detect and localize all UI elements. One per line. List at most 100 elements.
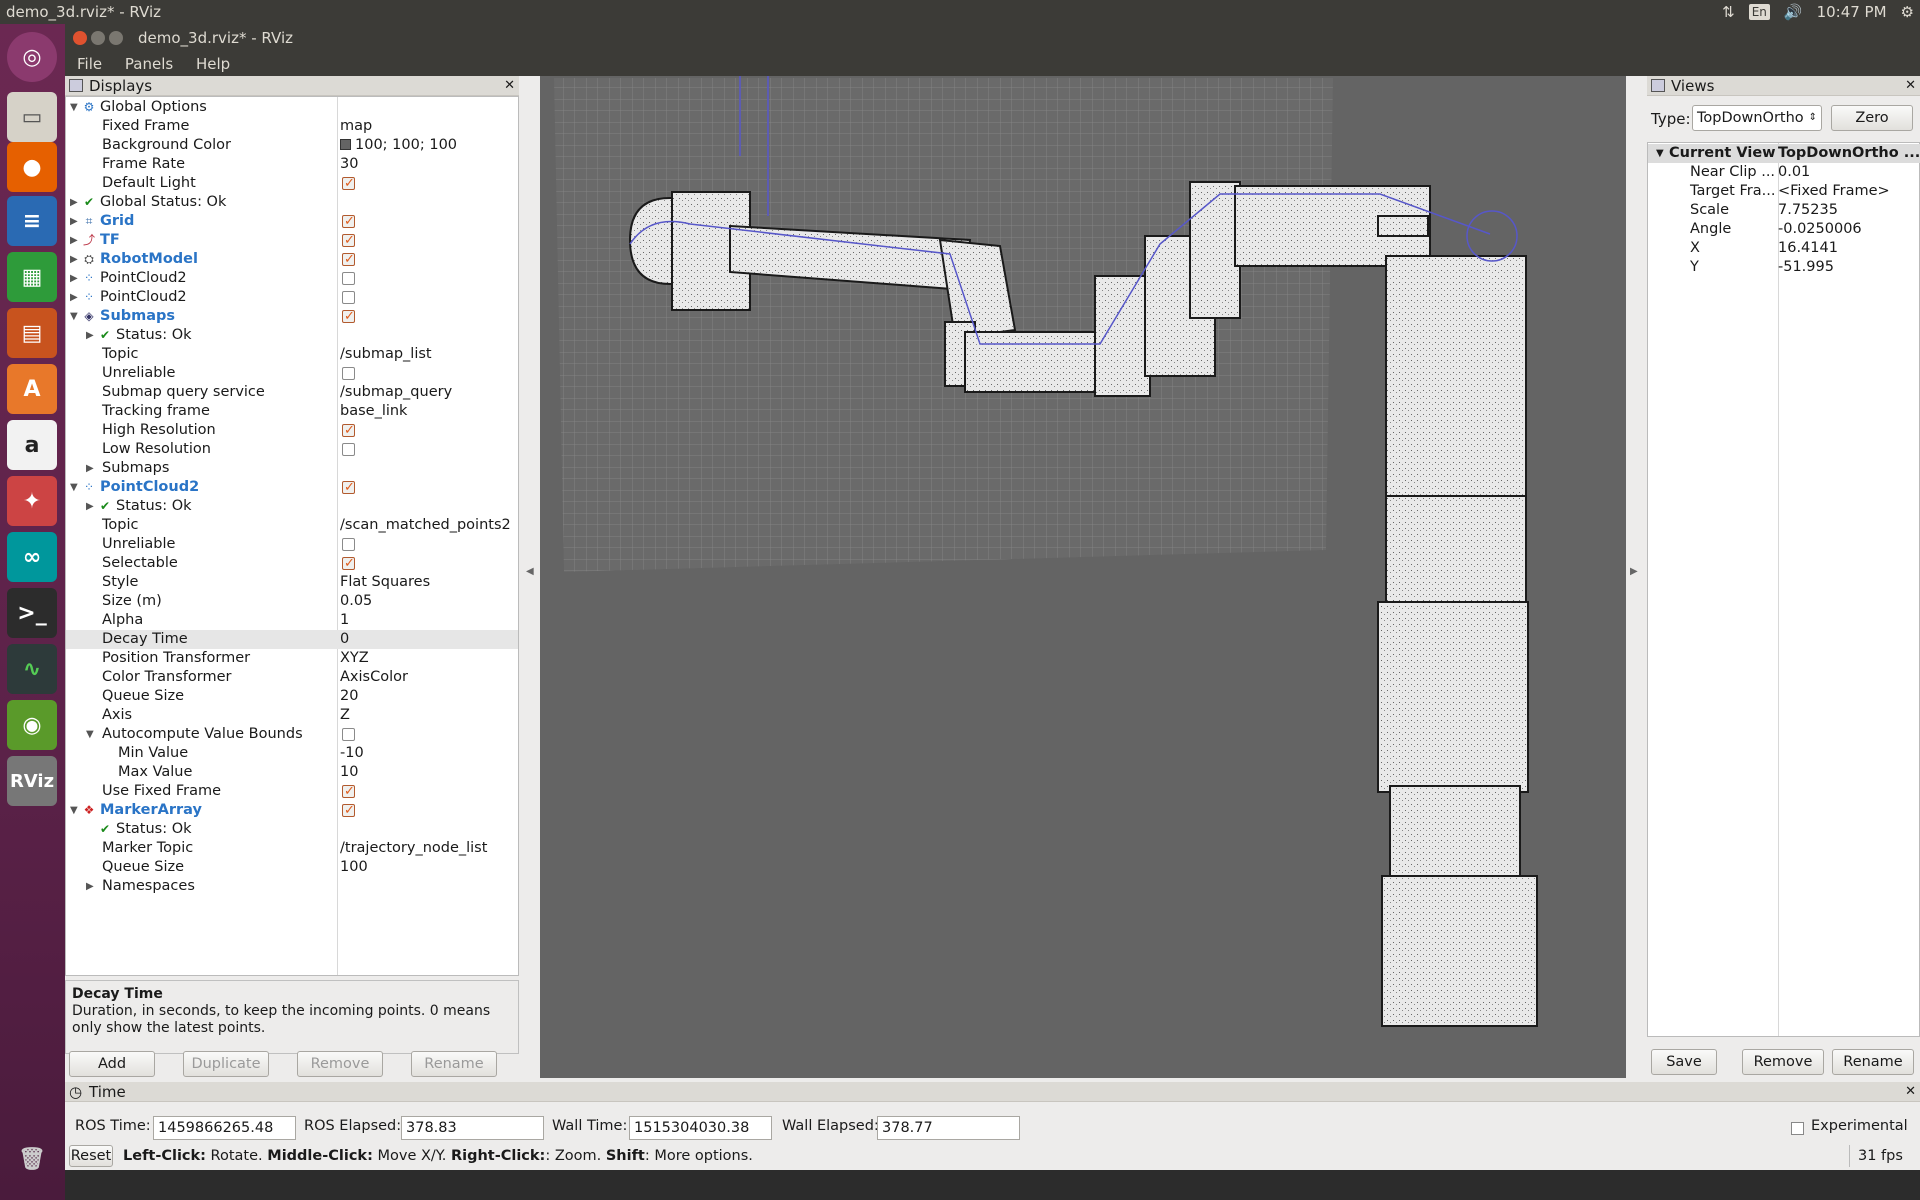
display-row-value[interactable]: /submap_list bbox=[340, 346, 432, 362]
close-panel-icon[interactable]: ✕ bbox=[1905, 1082, 1916, 1102]
enable-checkbox[interactable] bbox=[342, 231, 355, 250]
views-tree[interactable]: ▼ Current View TopDownOrtho ... Near Cli… bbox=[1647, 142, 1920, 1037]
remove-button[interactable]: Remove bbox=[297, 1051, 383, 1077]
display-row[interactable]: Frame Rate 30 bbox=[66, 155, 518, 174]
display-row[interactable]: Topic/scan_matched_points2 bbox=[66, 516, 518, 535]
display-row[interactable]: Style Flat Squares bbox=[66, 573, 518, 592]
expand-arrow-icon[interactable]: ▶ bbox=[70, 288, 78, 307]
display-row-value[interactable]: /scan_matched_points2 bbox=[340, 517, 511, 533]
enable-checkbox[interactable] bbox=[342, 728, 355, 741]
display-row[interactable]: Topic/submap_list bbox=[66, 345, 518, 364]
display-row[interactable]: Min Value -10 bbox=[66, 744, 518, 763]
volume-icon[interactable]: 🔊 bbox=[1784, 0, 1803, 24]
expand-arrow-icon[interactable]: ▶ bbox=[86, 326, 94, 345]
display-row[interactable]: Color Transformer AxisColor bbox=[66, 668, 518, 687]
enable-checkbox[interactable] bbox=[342, 174, 355, 193]
expand-arrow-icon[interactable]: ▶ bbox=[70, 269, 78, 288]
view-property-value[interactable]: 0.01 bbox=[1778, 163, 1810, 182]
left-splitter[interactable]: ◀ bbox=[523, 76, 537, 1078]
clock[interactable]: 10:47 PM bbox=[1817, 0, 1887, 24]
display-row-value[interactable]: /submap_query bbox=[340, 384, 452, 400]
display-row[interactable]: ▶ ⌗ Grid bbox=[66, 212, 518, 231]
firefox-icon[interactable]: ● bbox=[7, 142, 57, 192]
enable-checkbox[interactable] bbox=[342, 554, 355, 573]
display-row-value-cell[interactable]: 0.05 bbox=[340, 592, 372, 611]
enable-checkbox[interactable] bbox=[342, 307, 355, 326]
current-view-row[interactable]: ▼ Current View TopDownOrtho ... bbox=[1648, 144, 1920, 163]
menu-panels[interactable]: Panels bbox=[125, 55, 173, 73]
expand-arrow-icon[interactable]: ▶ bbox=[70, 193, 78, 212]
expand-arrow-icon[interactable]: ▶ bbox=[86, 877, 94, 896]
terminal-icon[interactable]: >_ bbox=[7, 588, 57, 638]
remove-view-button[interactable]: Remove bbox=[1742, 1049, 1824, 1075]
display-row-value-cell[interactable]: map bbox=[340, 117, 372, 136]
display-row[interactable]: ▶ ⁘ PointCloud2 bbox=[66, 269, 518, 288]
display-row[interactable]: ▶ Namespaces bbox=[66, 877, 518, 896]
reset-button[interactable]: Reset bbox=[69, 1145, 113, 1167]
display-row-value-cell[interactable]: AxisColor bbox=[340, 668, 408, 687]
view-property-value[interactable]: -0.0250006 bbox=[1778, 220, 1862, 239]
display-row-value-cell[interactable]: 100 bbox=[340, 858, 368, 877]
view-property-value[interactable]: 7.75235 bbox=[1778, 201, 1838, 220]
display-row[interactable]: Decay Time 0 bbox=[66, 630, 518, 649]
close-window-icon[interactable] bbox=[73, 31, 87, 45]
expand-arrow-icon[interactable]: ▶ bbox=[86, 459, 94, 478]
amazon-icon[interactable]: a bbox=[7, 420, 57, 470]
enable-checkbox[interactable] bbox=[342, 250, 355, 269]
right-splitter[interactable]: ▶ bbox=[1627, 76, 1641, 1078]
display-row-value[interactable]: -10 bbox=[340, 745, 364, 761]
keyboard-layout-indicator[interactable]: En bbox=[1748, 4, 1770, 20]
system-monitor-icon[interactable]: ∿ bbox=[7, 644, 57, 694]
collapse-arrow-icon[interactable]: ▼ bbox=[70, 307, 78, 326]
wall-time-field[interactable]: 1515304030.38 bbox=[629, 1116, 772, 1140]
view-property-value[interactable]: <Fixed Frame> bbox=[1778, 182, 1890, 201]
view-property-value[interactable]: 16.4141 bbox=[1778, 239, 1838, 258]
display-row[interactable]: Axis Z bbox=[66, 706, 518, 725]
rviz-icon[interactable]: RViz bbox=[7, 756, 57, 806]
collapse-arrow-icon[interactable]: ▼ bbox=[70, 801, 78, 820]
maximize-window-icon[interactable] bbox=[109, 31, 123, 45]
experimental-checkbox[interactable] bbox=[1791, 1122, 1804, 1135]
display-row[interactable]: ▶ ⁘ PointCloud2 bbox=[66, 288, 518, 307]
view-property-row[interactable]: Scale 7.75235 bbox=[1648, 201, 1920, 220]
display-row[interactable]: Queue Size 20 bbox=[66, 687, 518, 706]
view-property-row[interactable]: Target Fra... <Fixed Frame> bbox=[1648, 182, 1920, 201]
display-row-value-cell[interactable]: 20 bbox=[340, 687, 358, 706]
display-row[interactable]: Selectable bbox=[66, 554, 518, 573]
view-property-row[interactable]: Y -51.995 bbox=[1648, 258, 1920, 277]
display-row-value[interactable]: map bbox=[340, 118, 372, 134]
display-row-value-cell[interactable]: /submap_query bbox=[340, 383, 452, 402]
minimize-window-icon[interactable] bbox=[91, 31, 105, 45]
enable-checkbox[interactable] bbox=[342, 367, 355, 380]
display-row-value[interactable]: 30 bbox=[340, 156, 358, 172]
zero-button[interactable]: Zero bbox=[1831, 105, 1913, 131]
expand-arrow-icon[interactable]: ▶ bbox=[70, 212, 78, 231]
enable-checkbox[interactable] bbox=[342, 272, 355, 285]
expand-arrow-icon[interactable]: ▶ bbox=[70, 231, 78, 250]
wall-elapsed-field[interactable]: 378.77 bbox=[877, 1116, 1020, 1140]
display-row-value[interactable]: 1 bbox=[340, 612, 349, 628]
trash-icon[interactable]: 🗑 bbox=[7, 1134, 57, 1184]
display-row[interactable]: Fixed Frame map bbox=[66, 117, 518, 136]
display-row[interactable]: ✔ Status: Ok bbox=[66, 820, 518, 839]
ubuntu-icon[interactable]: ◎ bbox=[7, 32, 57, 82]
view-property-row[interactable]: Angle -0.0250006 bbox=[1648, 220, 1920, 239]
display-row[interactable]: ▼ ⁘ PointCloud2 bbox=[66, 478, 518, 497]
expand-arrow-icon[interactable]: ▶ bbox=[70, 250, 78, 269]
enable-checkbox[interactable] bbox=[342, 782, 355, 801]
display-row-value[interactable]: Z bbox=[340, 707, 350, 723]
displays-tree[interactable]: ▼ ⚙ Global Options Fixed Frame map Background… bbox=[65, 96, 519, 976]
view-property-value[interactable]: -51.995 bbox=[1778, 258, 1834, 277]
enable-checkbox[interactable] bbox=[342, 478, 355, 497]
close-panel-icon[interactable]: ✕ bbox=[504, 76, 515, 96]
display-row-value-cell[interactable]: /trajectory_node_list bbox=[340, 839, 487, 858]
impress-icon[interactable]: ▤ bbox=[7, 308, 57, 358]
display-row-value[interactable]: 10 bbox=[340, 764, 358, 780]
enable-checkbox[interactable] bbox=[342, 538, 355, 551]
display-row[interactable]: Size (m) 0.05 bbox=[66, 592, 518, 611]
display-row-value[interactable]: 0 bbox=[340, 631, 349, 647]
display-row[interactable]: Use Fixed Frame bbox=[66, 782, 518, 801]
display-row-value[interactable]: 0.05 bbox=[340, 593, 372, 609]
rename-view-button[interactable]: Rename bbox=[1832, 1049, 1914, 1075]
collapse-arrow-icon[interactable]: ▼ bbox=[70, 478, 78, 497]
